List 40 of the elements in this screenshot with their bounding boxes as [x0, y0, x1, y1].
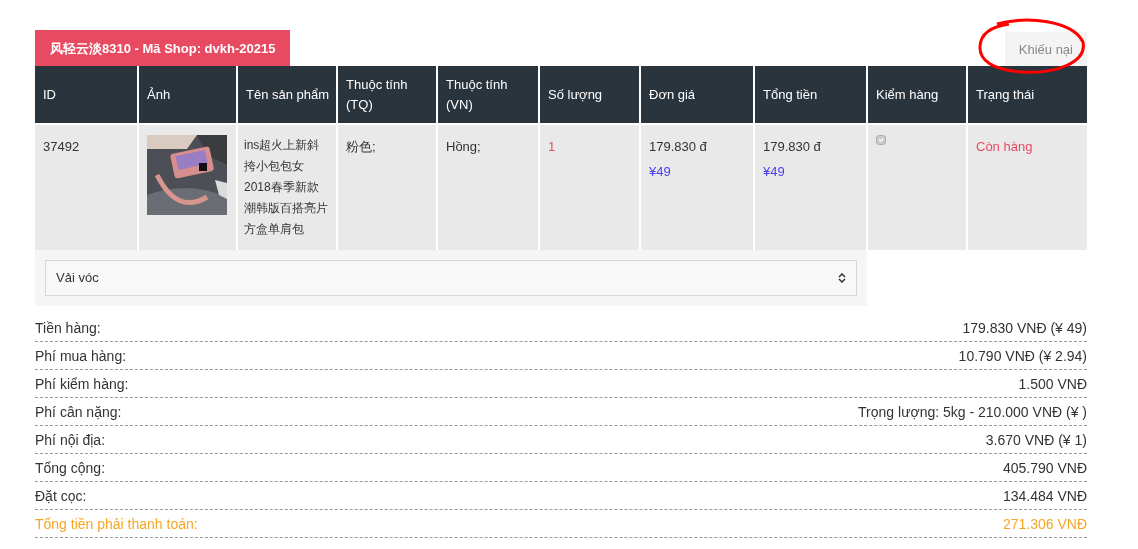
- column-header: Đơn giá: [640, 66, 754, 124]
- column-header: Thuộc tính (TQ): [337, 66, 437, 124]
- product-name: ins超火上新斜挎小包包女2018春季新款潮韩版百搭亮片方盒单肩包: [244, 138, 328, 236]
- select-value: Vải vóc: [56, 269, 99, 288]
- column-header: Tổng tiền: [754, 66, 867, 124]
- column-header: Số lượng: [539, 66, 640, 124]
- summary-label: Phí nội địa:: [35, 431, 106, 450]
- attribute-text: 粉色;: [346, 139, 376, 154]
- column-header: Kiểm hàng: [867, 66, 967, 124]
- status-text: Còn hàng: [976, 139, 1033, 154]
- summary-value: 1.500 VNĐ: [1018, 375, 1087, 394]
- summary-label: Đặt cọc:: [35, 487, 87, 506]
- attribute-text: Hồng;: [446, 139, 481, 154]
- id-cell: 37492: [43, 139, 80, 154]
- summary-label: Tổng cộng:: [35, 459, 106, 478]
- summary-value: 3.670 VNĐ (¥ 1): [985, 431, 1087, 450]
- summary-value: 10.790 VNĐ (¥ 2.94): [958, 347, 1087, 366]
- summary-value: 271.306 VNĐ: [1002, 515, 1087, 534]
- shop-tag: 风轻云淡8310 - Mã Shop: dvkh-20215: [35, 30, 291, 66]
- yuan-price-text: ¥49: [763, 162, 786, 181]
- summary-label: Tiền hàng:: [35, 319, 101, 338]
- yuan-price-text: ¥49: [649, 162, 672, 181]
- quantity-text: 1: [548, 139, 556, 154]
- summary-value: 405.790 VNĐ: [1002, 459, 1087, 478]
- column-header: ID: [35, 66, 138, 124]
- column-header: Thuộc tính (VN): [437, 66, 539, 124]
- column-header: Tên sản phẩm: [237, 66, 337, 124]
- summary-value: Trọng lượng: 5kg - 210.000 VNĐ (¥ ): [858, 403, 1087, 422]
- column-header: Trạng thái: [967, 66, 1087, 124]
- summary-label: Phí mua hàng:: [35, 347, 127, 366]
- price-text: 179.830 đ: [763, 138, 822, 156]
- summary-label: Phí cân nặng:: [35, 403, 122, 422]
- price-text: 179.830 đ: [649, 138, 708, 156]
- sort-caret-icon: [838, 273, 846, 283]
- category-select[interactable]: Vải vóc: [45, 260, 857, 296]
- summary-label: Tổng tiền phải thanh toán:: [35, 515, 198, 534]
- summary-value: 134.484 VNĐ: [1002, 487, 1087, 506]
- summary-value: 179.830 VNĐ (¥ 49): [962, 319, 1087, 338]
- column-header: Ảnh: [138, 66, 237, 124]
- summary-label: Phí kiểm hàng:: [35, 375, 129, 394]
